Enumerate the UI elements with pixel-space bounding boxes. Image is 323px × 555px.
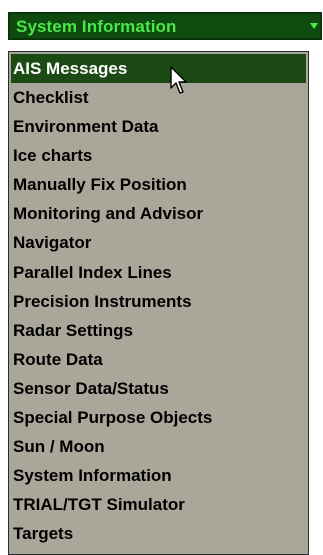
dropdown-item[interactable]: Targets bbox=[11, 519, 306, 548]
dropdown-item[interactable]: System Information bbox=[11, 461, 306, 490]
dropdown-item[interactable]: Radar Settings bbox=[11, 316, 306, 345]
page-selector-combo[interactable]: System Information bbox=[8, 12, 322, 40]
dropdown-item[interactable]: Manually Fix Position bbox=[11, 170, 306, 199]
dropdown-list[interactable]: AIS Messages Checklist Environment Data Ice… bbox=[8, 51, 309, 555]
dropdown-item[interactable]: Monitoring and Advisor bbox=[11, 199, 306, 228]
chevron-down-icon[interactable] bbox=[310, 23, 318, 29]
dropdown-item[interactable]: Sun / Moon bbox=[11, 432, 306, 461]
dropdown-item[interactable]: Ice charts bbox=[11, 141, 306, 170]
dropdown-item[interactable]: Precision Instruments bbox=[11, 287, 306, 316]
dropdown-item[interactable]: Route Data bbox=[11, 345, 306, 374]
dropdown-items: AIS Messages Checklist Environment Data Ice… bbox=[11, 54, 306, 549]
dropdown-item[interactable]: Navigator bbox=[11, 228, 306, 257]
dropdown-item[interactable]: Checklist bbox=[11, 83, 306, 112]
combo-selected-value: System Information bbox=[16, 17, 177, 36]
dropdown-item[interactable]: AIS Messages bbox=[11, 54, 306, 83]
dropdown-item[interactable]: TRIAL/TGT Simulator bbox=[11, 490, 306, 519]
window: System Information AIS Messages Checklist… bbox=[0, 0, 323, 555]
dropdown-item[interactable]: Special Purpose Objects bbox=[11, 403, 306, 432]
dropdown-item[interactable]: Sensor Data/Status bbox=[11, 374, 306, 403]
dropdown-item[interactable]: Environment Data bbox=[11, 112, 306, 141]
dropdown-item[interactable]: Parallel Index Lines bbox=[11, 258, 306, 287]
